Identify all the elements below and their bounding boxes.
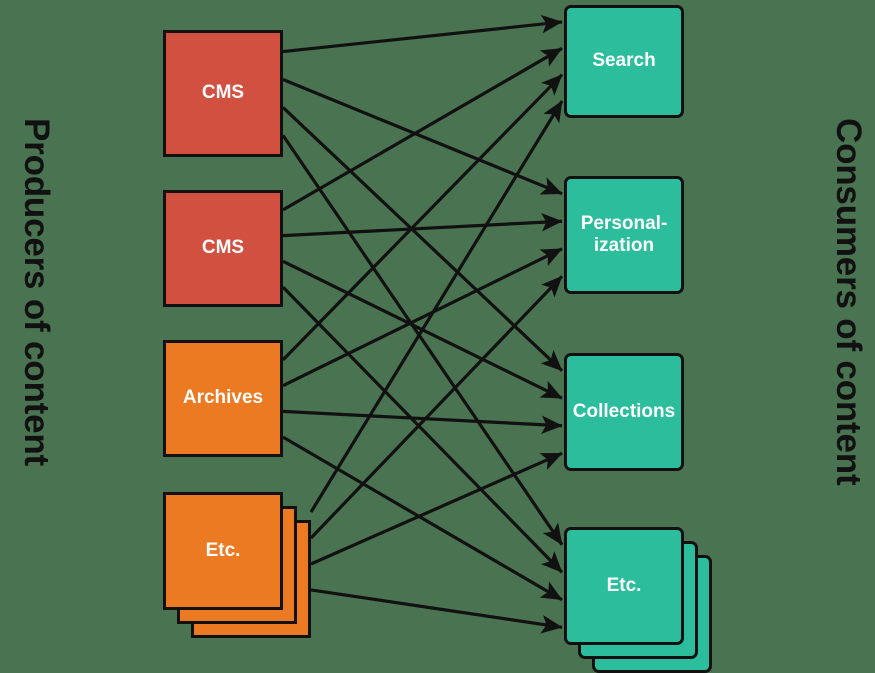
edge-producer-etc-to-consumer-etc bbox=[310, 588, 563, 634]
node-cms-2[interactable]: CMS bbox=[163, 190, 283, 307]
node-personalization-label-line1: Personal- bbox=[580, 212, 668, 234]
node-consumer-etc-label: Etc. bbox=[606, 575, 642, 596]
diagram-canvas: Producers of content Consumers of conten… bbox=[0, 0, 875, 673]
consumer-etc-layer-front[interactable]: Etc. bbox=[564, 527, 684, 645]
node-archives-label: Archives bbox=[182, 387, 264, 409]
node-collections[interactable]: Collections bbox=[564, 353, 684, 471]
node-search[interactable]: Search bbox=[564, 5, 684, 118]
node-cms-1[interactable]: CMS bbox=[163, 30, 283, 157]
node-search-label: Search bbox=[592, 50, 656, 72]
node-producer-etc-label: Etc. bbox=[205, 540, 241, 561]
edge-archives-to-consumer-etc bbox=[282, 435, 563, 602]
node-personalization-label: Personal- ization bbox=[581, 213, 668, 258]
node-cms-2-label: CMS bbox=[201, 237, 245, 259]
node-archives[interactable]: Archives bbox=[163, 340, 283, 457]
node-cms-1-label: CMS bbox=[201, 82, 245, 104]
node-personalization[interactable]: Personal- ization bbox=[564, 176, 684, 294]
edge-producer-etc-to-personalization bbox=[309, 275, 564, 540]
producer-etc-layer-front[interactable]: Etc. bbox=[163, 492, 283, 610]
edge-producer-etc-to-collections bbox=[310, 451, 563, 566]
edge-producer-etc-to-search bbox=[309, 100, 564, 513]
edge-cms-1-to-personalization bbox=[282, 78, 563, 196]
edge-cms-1-to-search bbox=[282, 14, 563, 54]
node-consumer-etc[interactable]: Etc. bbox=[564, 527, 712, 673]
node-personalization-label-line2: ization bbox=[593, 235, 655, 256]
edge-layer bbox=[281, 14, 564, 634]
node-producer-etc[interactable]: Etc. bbox=[163, 492, 311, 638]
edge-cms-1-to-consumer-etc bbox=[281, 134, 564, 546]
edge-cms-2-to-personalization bbox=[282, 213, 563, 238]
node-collections-label: Collections bbox=[572, 400, 676, 422]
producers-axis-label: Producers of content bbox=[17, 118, 56, 466]
edge-cms-2-to-search bbox=[282, 46, 563, 212]
consumers-axis-label: Consumers of content bbox=[829, 118, 868, 486]
